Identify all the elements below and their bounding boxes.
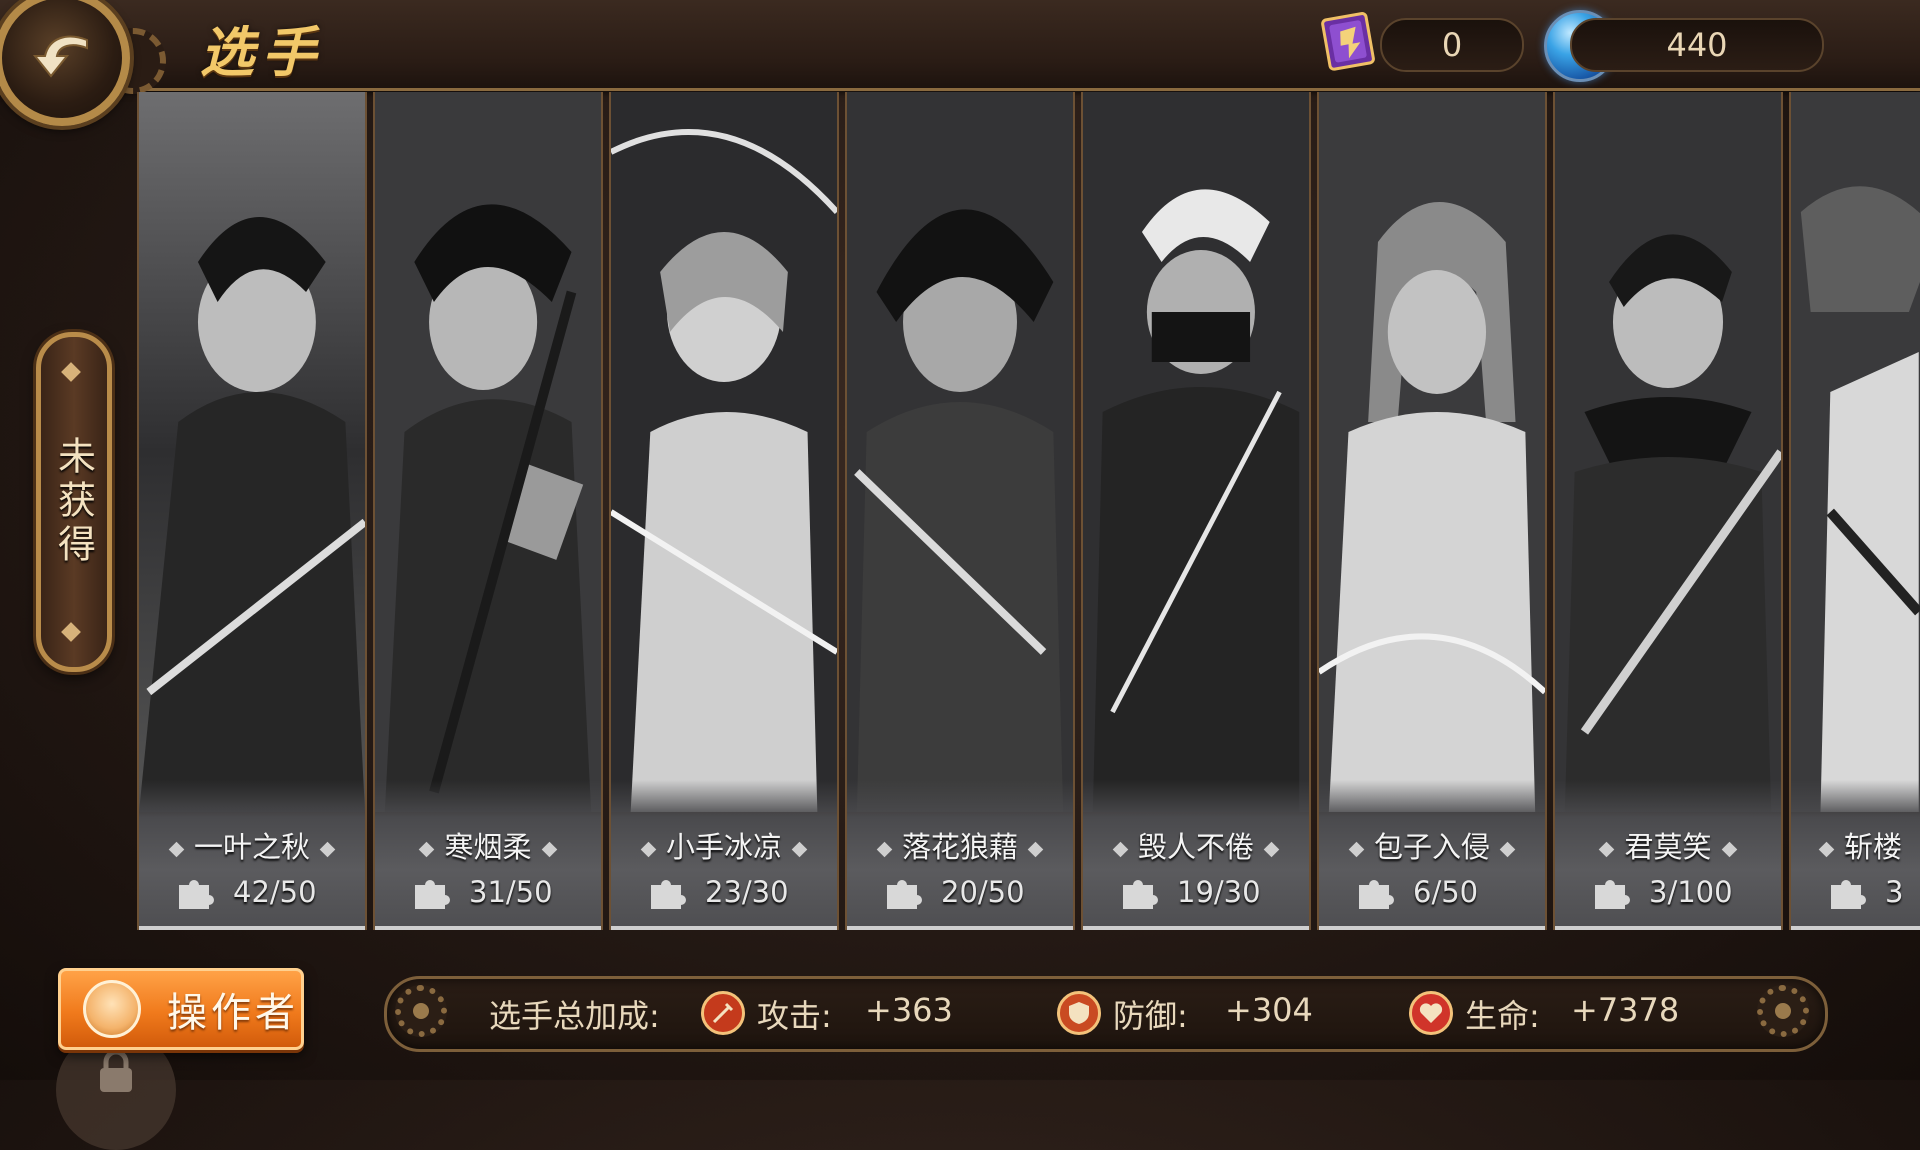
- puzzle-icon: [415, 880, 450, 909]
- fragment-count: 42/50: [233, 875, 317, 909]
- book-currency-counter: 0: [1380, 18, 1524, 72]
- card-name: 一叶之秋: [139, 824, 365, 866]
- lock-icon: [100, 1049, 132, 1092]
- back-arrow-icon: [32, 35, 88, 78]
- card-name: 寒烟柔: [375, 824, 601, 866]
- team-bonus-bar: 选手总加成: 攻击: +363 防御: +304 生命: +7378: [384, 976, 1828, 1052]
- player-portrait: [611, 92, 837, 812]
- card-border: [1791, 926, 1920, 930]
- player-portrait: [1083, 92, 1309, 812]
- card-name: 毁人不倦: [1083, 824, 1309, 866]
- card-border: [847, 926, 1073, 930]
- player-portrait: [1319, 92, 1545, 812]
- fragment-count: 19/30: [1177, 875, 1261, 909]
- player-card[interactable]: 斩楼 3: [1789, 92, 1920, 930]
- fragment-count: 3/100: [1649, 875, 1733, 909]
- puzzle-icon: [1595, 880, 1630, 909]
- card-border: [139, 926, 365, 930]
- card-border: [1319, 926, 1545, 930]
- tab-ornament-bottom: [61, 622, 81, 642]
- operator-button-label: 操作者: [167, 990, 299, 1036]
- player-card[interactable]: 毁人不倦 19/30: [1081, 92, 1311, 930]
- puzzle-icon: [179, 880, 214, 909]
- fragment-count: 31/50: [469, 875, 553, 909]
- gear-icon: [395, 985, 447, 1037]
- puzzle-icon: [1831, 880, 1866, 909]
- player-card[interactable]: 包子入侵 6/50: [1317, 92, 1547, 930]
- card-fragment-counter: 20/50: [883, 872, 1025, 912]
- card-name: 小手冰凉: [611, 824, 837, 866]
- card-name: 落花狼藉: [847, 824, 1073, 866]
- orb-count: 440: [1666, 26, 1728, 64]
- tab-ornament-top: [61, 362, 81, 382]
- player-card[interactable]: 一叶之秋 42/50: [137, 92, 367, 930]
- hp-value: +7378: [1571, 991, 1680, 1029]
- gear-icon: [1757, 985, 1809, 1037]
- book-count: 0: [1441, 26, 1463, 64]
- puzzle-icon: [1359, 880, 1394, 909]
- card-border: [611, 926, 837, 930]
- card-name: 包子入侵: [1319, 824, 1545, 866]
- player-portrait: [1555, 92, 1781, 812]
- operator-button[interactable]: 操作者: [58, 968, 304, 1050]
- heart-icon: [1409, 991, 1453, 1035]
- page-title: 选手: [200, 21, 324, 84]
- defense-label: 防御:: [1113, 997, 1188, 1035]
- back-button[interactable]: [0, 0, 130, 126]
- hp-label: 生命:: [1465, 997, 1540, 1035]
- attack-label: 攻击:: [757, 997, 832, 1035]
- puzzle-icon: [651, 880, 686, 909]
- fragment-count: 3: [1885, 875, 1904, 909]
- bonus-label: 选手总加成:: [489, 997, 660, 1035]
- shield-icon: [1057, 991, 1101, 1035]
- player-card[interactable]: 落花狼藉 20/50: [845, 92, 1075, 930]
- player-portrait: [1791, 92, 1920, 812]
- book-icon: [1321, 12, 1375, 71]
- player-card[interactable]: 君莫笑 3/100: [1553, 92, 1783, 930]
- player-portrait: [375, 92, 601, 812]
- fragment-count: 20/50: [941, 875, 1025, 909]
- card-fragment-counter: 31/50: [411, 872, 553, 912]
- card-fragment-counter: 42/50: [175, 872, 317, 912]
- card-name: 斩楼: [1791, 824, 1920, 866]
- card-fragment-counter: 23/30: [647, 872, 789, 912]
- fragment-count: 23/30: [705, 875, 789, 909]
- card-name: 君莫笑: [1555, 824, 1781, 866]
- fragment-count: 6/50: [1413, 875, 1479, 909]
- orb-currency-counter: 440: [1570, 18, 1824, 72]
- puzzle-icon: [1123, 880, 1158, 909]
- operator-avatar-icon: [83, 980, 141, 1038]
- card-fragment-counter: 19/30: [1119, 872, 1261, 912]
- player-portrait: [139, 92, 365, 812]
- player-card-list[interactable]: 一叶之秋 42/50 寒烟柔 31/50 小手冰凉 23/30 落花狼藉 20/…: [137, 92, 1920, 932]
- tab-not-obtained-label: 未获得: [51, 436, 96, 568]
- defense-value: +304: [1225, 991, 1313, 1029]
- player-card[interactable]: 小手冰凉 23/30: [609, 92, 839, 930]
- card-fragment-counter: 3/100: [1591, 872, 1733, 912]
- player-card[interactable]: 寒烟柔 31/50: [373, 92, 603, 930]
- attack-value: +363: [865, 991, 953, 1029]
- card-fragment-counter: 6/50: [1355, 872, 1478, 912]
- sword-icon: [701, 991, 745, 1035]
- card-border: [1083, 926, 1309, 930]
- player-portrait: [847, 92, 1073, 812]
- card-fragment-counter: 3: [1827, 872, 1903, 912]
- card-border: [375, 926, 601, 930]
- tab-not-obtained[interactable]: 未获得: [36, 332, 112, 672]
- card-border: [1555, 926, 1781, 930]
- puzzle-icon: [887, 880, 922, 909]
